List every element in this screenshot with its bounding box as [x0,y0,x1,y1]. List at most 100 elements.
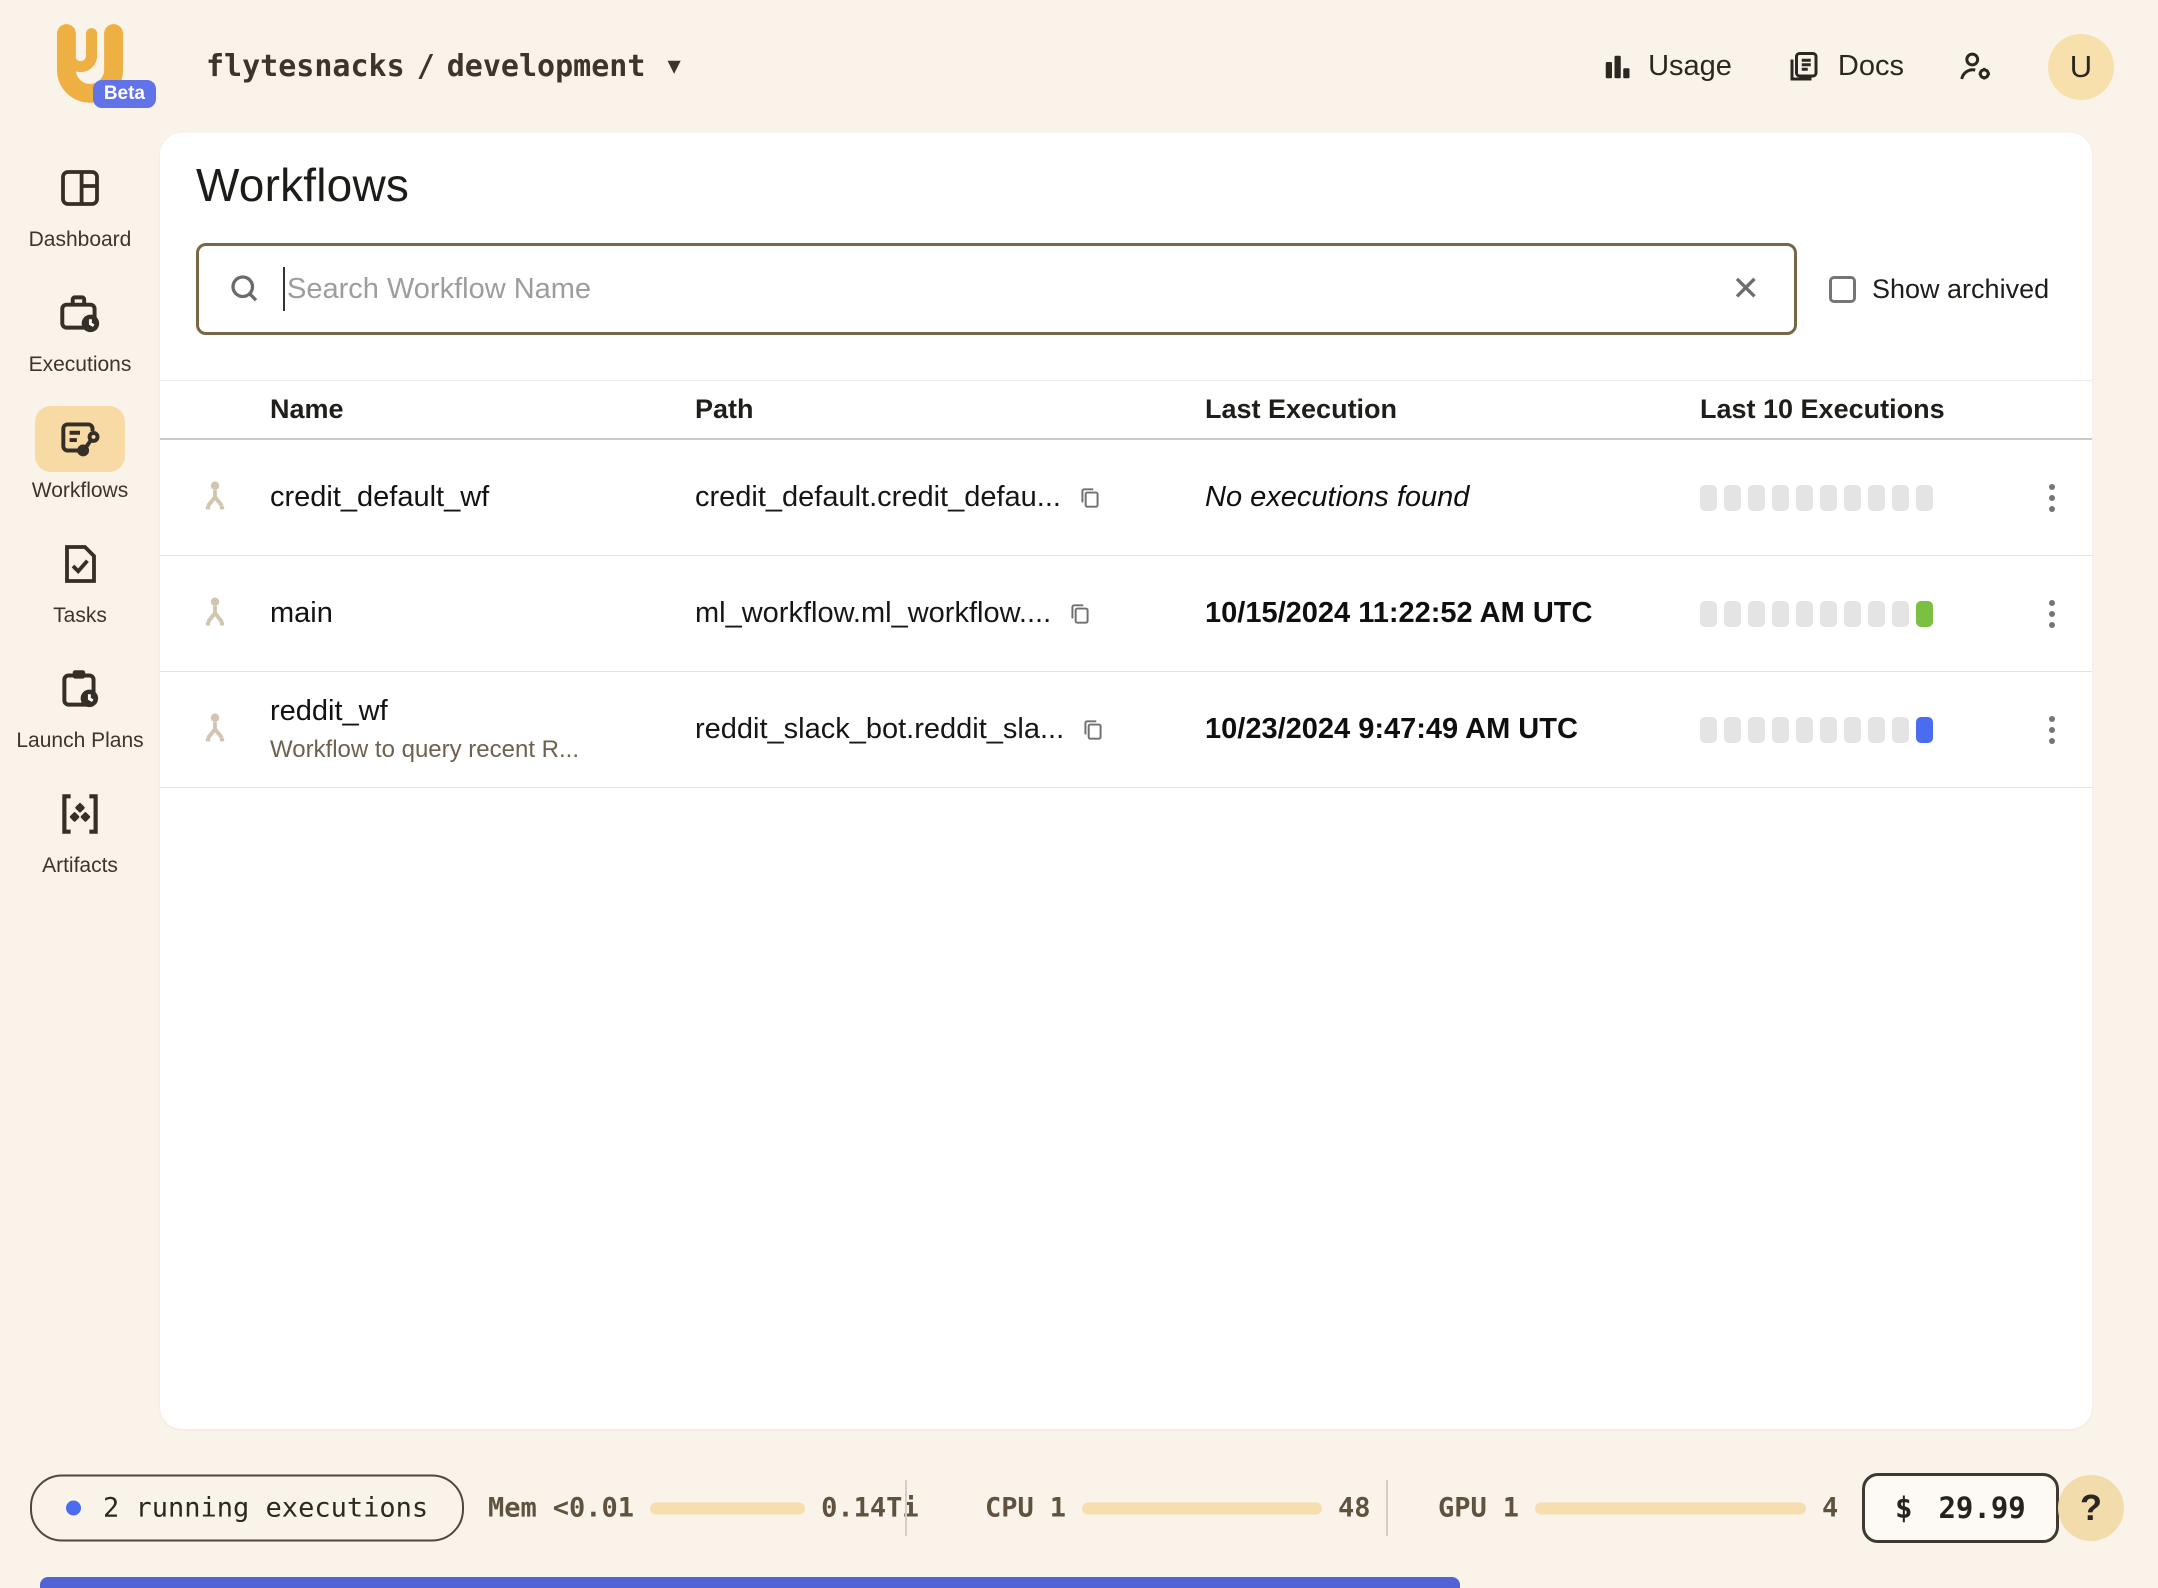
last-10-executions [1700,717,2012,743]
workflows-table: Name Path Last Execution Last 10 Executi… [160,380,2092,788]
clear-search-icon[interactable]: ✕ [1726,272,1767,306]
user-gear-icon [1958,49,1994,85]
copy-icon[interactable] [1080,717,1106,743]
gpu-bar [1535,1502,1806,1514]
copy-icon[interactable] [1067,601,1093,627]
sidebar-nav: Dashboard Executions Workflows [0,155,160,880]
search-input[interactable] [287,273,1726,306]
sidebar-item-label: Executions [29,352,132,378]
workflow-description: Workflow to query recent R... [270,736,695,764]
cost-amount: 29.99 [1938,1491,2025,1525]
memory-current: <0.01 [553,1493,634,1524]
last-execution: No executions found [1205,481,1700,514]
beta-badge: Beta [93,80,156,108]
col-header-path: Path [695,394,1205,425]
table-header: Name Path Last Execution Last 10 Executi… [160,380,2092,440]
memory-max: 0.14Ti [821,1493,919,1524]
usage-button[interactable]: Usage [1602,50,1732,83]
page-title: Workflows [196,153,2092,217]
workflow-name[interactable]: reddit_wf [270,695,695,728]
artifacts-cubes-icon [55,789,105,839]
workflow-node-icon [194,709,236,751]
workflows-panel: Workflows ✕ Show archived Name [160,133,2092,1429]
memory-meter: Mem <0.01 0.14Ti [488,1493,919,1524]
help-button[interactable]: ? [2058,1475,2124,1541]
workflow-path: credit_default.credit_defau... [695,481,1061,514]
breadcrumb-project[interactable]: flytesnacks [206,49,405,84]
sidebar-item-launch-plans[interactable]: Launch Plans [5,656,155,754]
task-check-icon [56,540,104,588]
top-header: Beta flytesnacks / development ▼ Usage [0,0,2158,133]
workflow-path: ml_workflow.ml_workflow.... [695,597,1051,630]
breadcrumb-separator: / [417,49,435,84]
cpu-current: 1 [1050,1493,1066,1524]
col-header-last-10: Last 10 Executions [1700,394,2012,425]
workflow-name[interactable]: main [270,597,695,630]
gpu-meter: GPU 1 4 [1438,1493,1838,1524]
last-10-executions [1700,601,2012,627]
cpu-meter: CPU 1 48 [985,1493,1371,1524]
dollar-icon: $ [1895,1491,1912,1525]
usage-label: Usage [1648,50,1732,83]
briefcase-clock-icon [55,288,105,338]
avatar[interactable]: U [2048,34,2114,100]
table-row[interactable]: reddit_wf Workflow to query recent R... … [160,672,2092,788]
search-row: ✕ Show archived [196,243,2056,335]
sidebar-item-workflows[interactable]: Workflows [5,406,155,504]
show-archived-checkbox[interactable] [1829,276,1856,303]
col-header-last-execution: Last Execution [1205,394,1700,425]
row-menu-kebab-icon[interactable] [2039,706,2065,754]
dashboard-icon [56,164,104,212]
gpu-label: GPU [1438,1493,1487,1524]
workflow-name[interactable]: credit_default_wf [270,481,695,514]
running-dot-icon [66,1501,81,1516]
app-root: Beta flytesnacks / development ▼ Usage [0,0,2158,1588]
row-menu-kebab-icon[interactable] [2039,474,2065,522]
sidebar-item-executions[interactable]: Executions [5,280,155,378]
gpu-max: 4 [1822,1493,1838,1524]
workflow-node-icon [194,477,236,519]
show-archived-toggle[interactable]: Show archived [1829,274,2049,305]
top-actions: Usage Docs [1602,34,2114,100]
app-logo[interactable]: Beta [46,24,142,110]
last-execution: 10/15/2024 11:22:52 AM UTC [1205,597,1700,630]
row-menu-kebab-icon[interactable] [2039,590,2065,638]
workflows-icon [55,414,105,464]
background-window-edge [40,1577,1460,1588]
admin-settings-button[interactable] [1958,49,1994,85]
chevron-down-icon: ▼ [667,54,680,79]
sidebar-item-artifacts[interactable]: Artifacts [5,781,155,879]
cost-button[interactable]: $ 29.99 [1862,1473,2059,1543]
table-row[interactable]: main ml_workflow.ml_workflow.... 10/15/2… [160,556,2092,672]
sidebar-item-label: Launch Plans [16,728,143,754]
docs-icon [1786,49,1822,85]
cpu-label: CPU [985,1493,1034,1524]
memory-bar [650,1502,805,1514]
search-icon [227,271,263,307]
col-header-name: Name [270,394,695,425]
sidebar-item-tasks[interactable]: Tasks [5,531,155,629]
copy-icon[interactable] [1077,485,1103,511]
gpu-current: 1 [1503,1493,1519,1524]
text-cursor [283,267,285,311]
docs-label: Docs [1838,50,1904,83]
bar-chart-icon [1602,52,1632,82]
sidebar-item-label: Dashboard [29,227,132,253]
sidebar-item-dashboard[interactable]: Dashboard [5,155,155,253]
show-archived-label: Show archived [1872,274,2049,305]
search-box[interactable]: ✕ [196,243,1797,335]
running-executions-label: 2 running executions [103,1493,428,1524]
cpu-max: 48 [1338,1493,1371,1524]
sidebar-item-label: Tasks [53,603,107,629]
memory-label: Mem [488,1493,537,1524]
cpu-bar [1082,1502,1322,1514]
divider [1386,1480,1388,1536]
status-footer: 2 running executions Mem <0.01 0.14Ti CP… [0,1428,2158,1588]
breadcrumb-domain[interactable]: development [447,49,646,84]
sidebar-item-label: Artifacts [42,853,118,879]
breadcrumb[interactable]: flytesnacks / development ▼ [206,49,681,84]
running-executions-chip[interactable]: 2 running executions [30,1475,464,1542]
last-10-executions [1700,485,2012,511]
docs-button[interactable]: Docs [1786,49,1904,85]
table-row[interactable]: credit_default_wf credit_default.credit_… [160,440,2092,556]
